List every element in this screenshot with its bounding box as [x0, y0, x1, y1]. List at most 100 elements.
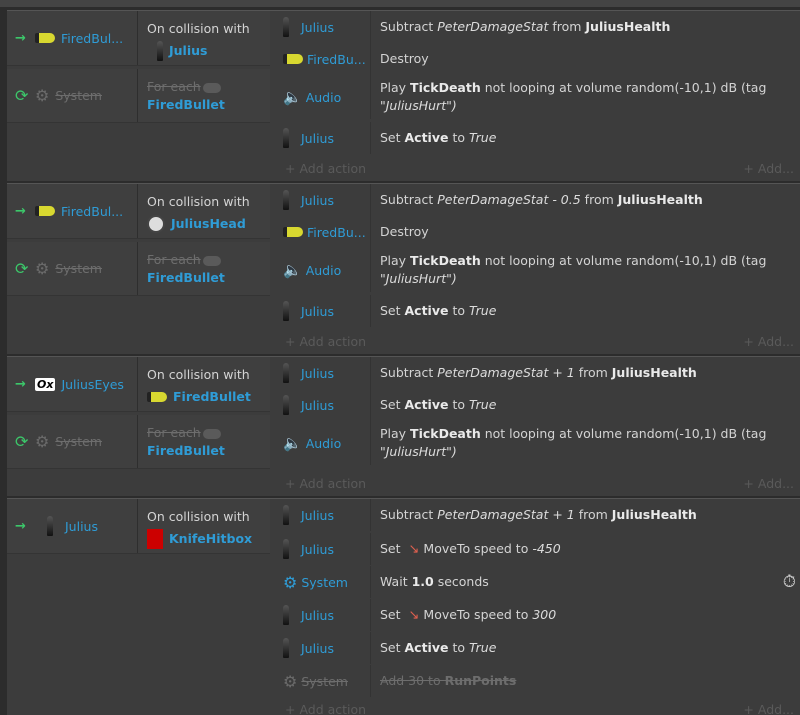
add-action-button[interactable]: + Add action [285, 476, 366, 491]
condition-description[interactable]: On collision with JuliusHead [147, 191, 269, 235]
condition-target: KnifeHitbox [169, 531, 253, 546]
loop-icon: ⟳ [15, 86, 29, 105]
action-description[interactable]: Subtract PeterDamageStat from JuliusHeal… [380, 18, 772, 36]
action-description[interactable]: Play TickDeath not looping at volume ran… [380, 252, 772, 288]
event-block-3[interactable]: → Ox JuliusEyes On collision with FiredB… [7, 356, 800, 496]
action-object[interactable]: 🔈 Audio [277, 88, 370, 106]
action-object[interactable]: ⚙ System [277, 573, 370, 592]
action-description[interactable]: Subtract PeterDamageStat - 0.5 from Juli… [380, 191, 772, 209]
action-row[interactable]: Julius Set Active to True [277, 295, 800, 327]
action-description[interactable]: Set ↘ MoveTo speed to -450 [380, 540, 772, 559]
action-description[interactable]: Subtract PeterDamageStat + 1 from Julius… [380, 506, 772, 524]
condition-row[interactable]: ⟳ ⚙ System For each FiredBullet [7, 69, 270, 123]
action-object[interactable]: Julius [277, 301, 370, 321]
action-row[interactable]: Julius Set ↘ MoveTo speed to -450 [277, 533, 800, 565]
action-object[interactable]: Julius [277, 605, 370, 625]
action-object[interactable]: ⚙ System [277, 672, 370, 691]
condition-object[interactable]: ⟳ ⚙ System [15, 415, 137, 468]
condition-row[interactable]: ⟳ ⚙ System For each FiredBullet [7, 242, 270, 296]
action-object[interactable]: Julius [277, 638, 370, 658]
condition-row[interactable]: ⟳ ⚙ System For each FiredBullet [7, 415, 270, 469]
action-description[interactable]: Play TickDeath not looping at volume ran… [380, 79, 772, 115]
julius-sprite-icon [283, 190, 289, 210]
action-description[interactable]: Destroy [380, 50, 772, 68]
action-object[interactable]: 🔈 Audio [277, 261, 370, 279]
add-action-button[interactable]: + Add action [285, 702, 366, 715]
action-description[interactable]: Subtract PeterDamageStat + 1 from Julius… [380, 364, 772, 382]
event-block-4[interactable]: → Julius On collision with KnifeHitbox J… [7, 498, 800, 715]
condition-description[interactable]: On collision with FiredBullet [147, 364, 269, 408]
add-more-button[interactable]: + Add... [743, 702, 794, 715]
condition-description[interactable]: On collision with Julius [147, 18, 269, 62]
action-row[interactable]: 🔈 Audio Play TickDeath not looping at vol… [277, 248, 800, 292]
action-row[interactable]: 🔈 Audio Play TickDeath not looping at vol… [277, 75, 800, 119]
condition-row[interactable]: → Ox JuliusEyes On collision with FiredB… [7, 357, 270, 412]
action-row[interactable]: Julius Set Active to True [277, 389, 800, 421]
event-actions: Julius Subtract PeterDamageStat + 1 from… [277, 499, 800, 715]
condition-row[interactable]: → Julius On collision with KnifeHitbox [7, 499, 270, 554]
condition-object[interactable]: ⟳ ⚙ System [15, 69, 137, 122]
add-more-button[interactable]: + Add... [743, 334, 794, 349]
action-object[interactable]: 🔈 Audio [277, 434, 370, 452]
action-row[interactable]: Julius Set ↘ MoveTo speed to 300 [277, 599, 800, 631]
action-object-name: Julius [301, 365, 334, 381]
action-object[interactable]: Julius [277, 128, 370, 148]
column-divider [370, 357, 371, 389]
add-more-button[interactable]: + Add... [743, 161, 794, 176]
add-action-button[interactable]: + Add action [285, 334, 366, 349]
action-row[interactable]: FiredBu... Destroy [277, 43, 800, 75]
action-object[interactable]: Julius [277, 395, 370, 415]
action-object[interactable]: Julius [277, 505, 370, 525]
action-object[interactable]: Julius [277, 190, 370, 210]
action-description[interactable]: Wait 1.0 seconds [380, 573, 772, 591]
action-row[interactable]: Julius Subtract PeterDamageStat + 1 from… [277, 357, 800, 389]
action-object[interactable]: Julius [277, 539, 370, 559]
condition-description[interactable]: For each FiredBullet [147, 78, 269, 114]
text-part: PeterDamageStat + 1 [437, 365, 575, 380]
action-description[interactable]: Set ↘ MoveTo speed to 300 [380, 606, 772, 625]
condition-row[interactable]: → FiredBul... On collision with JuliusHe… [7, 184, 270, 239]
action-row[interactable]: Julius Subtract PeterDamageStat - 0.5 fr… [277, 184, 800, 216]
text-part: PeterDamageStat - 0.5 [437, 192, 581, 207]
text-part: PeterDamageStat + 1 [437, 507, 575, 522]
condition-object[interactable]: → FiredBul... [15, 11, 137, 65]
action-row-disabled[interactable]: ⚙ System Add 30 to RunPoints [277, 665, 800, 697]
action-description[interactable]: Play TickDeath not looping at volume ran… [380, 425, 772, 461]
action-row[interactable]: Julius Subtract PeterDamageStat from Jul… [277, 11, 800, 43]
text-part: "JuliusHurt") [380, 98, 457, 113]
text-part: Set [380, 130, 405, 145]
action-object[interactable]: Julius [277, 363, 370, 383]
action-object[interactable]: Julius [277, 17, 370, 37]
add-more-button[interactable]: + Add... [743, 476, 794, 491]
condition-description[interactable]: For each FiredBullet [147, 424, 269, 460]
julius-sprite-icon [283, 505, 289, 525]
action-object[interactable]: FiredBu... [277, 52, 370, 67]
condition-object[interactable]: → Ox JuliusEyes [15, 357, 137, 411]
action-row[interactable]: Julius Set Active to True [277, 632, 800, 664]
add-action-button[interactable]: + Add action [285, 161, 366, 176]
action-row[interactable]: ⚙ System Wait 1.0 seconds ⏱ [277, 566, 800, 598]
action-row[interactable]: Julius Subtract PeterDamageStat + 1 from… [277, 499, 800, 531]
action-object[interactable]: FiredBu... [277, 225, 370, 240]
text-part: TickDeath [410, 80, 481, 95]
condition-object[interactable]: → Julius [15, 499, 137, 553]
condition-object[interactable]: ⟳ ⚙ System [15, 242, 137, 295]
action-description[interactable]: Set Active to True [380, 639, 772, 657]
event-block-2[interactable]: → FiredBul... On collision with JuliusHe… [7, 183, 800, 354]
action-description[interactable]: Set Active to True [380, 396, 772, 414]
event-block-1[interactable]: → FiredBul... On collision with Julius ⟳… [7, 10, 800, 181]
action-description[interactable]: Set Active to True [380, 302, 772, 320]
condition-description[interactable]: For each FiredBullet [147, 251, 269, 287]
bullet-sprite-icon [147, 392, 167, 402]
text-part: JuliusHealth [611, 507, 697, 522]
action-row[interactable]: Julius Set Active to True [277, 122, 800, 154]
condition-description[interactable]: On collision with KnifeHitbox [147, 506, 269, 550]
condition-row[interactable]: → FiredBul... On collision with Julius [7, 11, 270, 66]
action-row[interactable]: 🔈 Audio Play TickDeath not looping at vol… [277, 421, 800, 465]
text-part: Set [380, 540, 405, 556]
condition-object[interactable]: → FiredBul... [15, 184, 137, 238]
action-description[interactable]: Add 30 to RunPoints [380, 672, 772, 690]
action-description[interactable]: Destroy [380, 223, 772, 241]
action-row[interactable]: FiredBu... Destroy [277, 216, 800, 248]
action-description[interactable]: Set Active to True [380, 129, 772, 147]
